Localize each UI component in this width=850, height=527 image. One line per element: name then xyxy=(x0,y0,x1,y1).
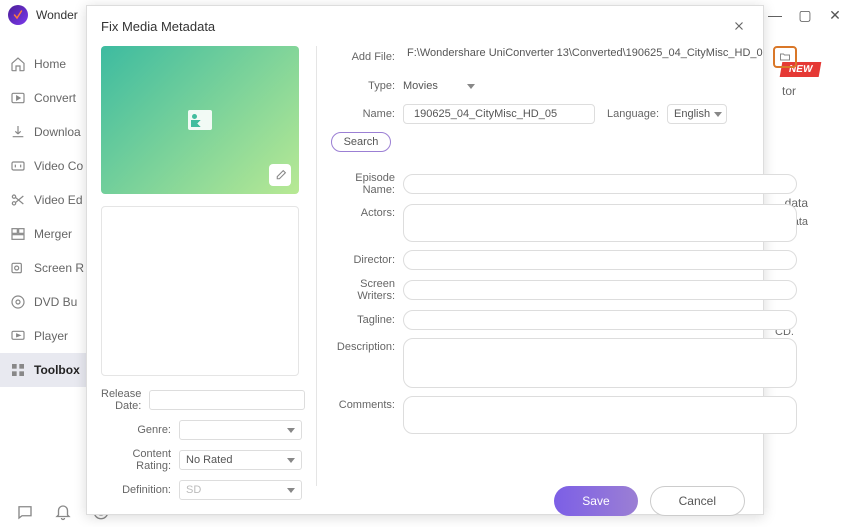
name-input[interactable] xyxy=(403,104,595,124)
sidebar-item-video-editor[interactable]: Video Ed xyxy=(0,183,90,217)
close-button[interactable]: ✕ xyxy=(820,0,850,30)
release-date-input[interactable] xyxy=(149,390,305,410)
fix-metadata-modal: Fix Media Metadata Release Date: xyxy=(86,5,764,515)
save-button[interactable]: Save xyxy=(554,486,637,516)
bell-icon[interactable] xyxy=(54,503,72,521)
main-window: Wonder — ▢ ✕ Home Convert Downloa Video … xyxy=(0,0,850,527)
compress-icon xyxy=(10,158,26,174)
sidebar-item-home[interactable]: Home xyxy=(0,47,90,81)
definition-select[interactable]: SD xyxy=(179,480,302,500)
sidebar-item-label: Toolbox xyxy=(34,363,80,377)
language-label: Language: xyxy=(607,108,659,120)
director-input[interactable] xyxy=(403,250,797,270)
sidebar-item-label: Convert xyxy=(34,91,76,105)
sidebar: Home Convert Downloa Video Co Video Ed M… xyxy=(0,35,90,505)
window-controls: — ▢ ✕ xyxy=(760,0,850,30)
sidebar-item-label: Screen R xyxy=(34,261,84,275)
add-file-path: F:\Wondershare UniConverter 13\Converted… xyxy=(403,47,767,67)
maximize-button[interactable]: ▢ xyxy=(790,0,820,30)
sidebar-item-label: Player xyxy=(34,329,68,343)
sidebar-item-convert[interactable]: Convert xyxy=(0,81,90,115)
type-select[interactable]: Movies xyxy=(403,76,475,96)
sidebar-item-label: Video Co xyxy=(34,159,83,173)
convert-icon xyxy=(10,90,26,106)
left-meta-fields: Release Date: Genre: Content Rating: No … xyxy=(101,388,302,500)
modal-header: Fix Media Metadata xyxy=(87,6,763,46)
home-icon xyxy=(10,56,26,72)
modal-title: Fix Media Metadata xyxy=(101,19,215,34)
actors-label: Actors: xyxy=(331,204,403,219)
sidebar-item-dvd-burner[interactable]: DVD Bu xyxy=(0,285,90,319)
add-file-label: Add File: xyxy=(331,51,403,63)
image-placeholder-icon xyxy=(188,110,212,130)
record-icon xyxy=(10,260,26,276)
modal-body: Release Date: Genre: Content Rating: No … xyxy=(87,46,763,486)
content-rating-label: Content Rating: xyxy=(101,448,179,472)
sidebar-item-merger[interactable]: Merger xyxy=(0,217,90,251)
right-panel: Add File: F:\Wondershare UniConverter 13… xyxy=(317,46,811,486)
download-icon xyxy=(10,124,26,140)
content-rating-select[interactable]: No Rated xyxy=(179,450,302,470)
genre-select[interactable] xyxy=(179,420,302,440)
director-label: Director: xyxy=(331,254,403,266)
sidebar-item-toolbox[interactable]: Toolbox xyxy=(0,353,90,387)
sidebar-item-screen-recorder[interactable]: Screen R xyxy=(0,251,90,285)
player-icon xyxy=(10,328,26,344)
edit-thumbnail-button[interactable] xyxy=(269,164,291,186)
comments-input[interactable] xyxy=(403,396,797,434)
browse-file-button[interactable] xyxy=(773,46,797,68)
close-icon[interactable] xyxy=(729,16,749,36)
merger-icon xyxy=(10,226,26,242)
sidebar-item-label: Home xyxy=(34,57,66,71)
minimize-button[interactable]: — xyxy=(760,0,790,30)
screen-writers-label: Screen Writers: xyxy=(331,278,403,302)
language-select[interactable]: English xyxy=(667,104,727,124)
sidebar-item-player[interactable]: Player xyxy=(0,319,90,353)
app-logo xyxy=(8,5,28,25)
episode-name-input[interactable] xyxy=(403,174,797,194)
message-icon[interactable] xyxy=(16,503,34,521)
app-title: Wonder xyxy=(36,8,78,22)
type-label: Type: xyxy=(331,80,403,92)
genre-label: Genre: xyxy=(101,424,179,436)
description-input[interactable] xyxy=(403,338,797,388)
sidebar-item-video-compress[interactable]: Video Co xyxy=(0,149,90,183)
tagline-label: Tagline: xyxy=(331,314,403,326)
actors-input[interactable] xyxy=(403,204,797,242)
media-thumbnail xyxy=(101,46,299,194)
sidebar-item-label: DVD Bu xyxy=(34,295,77,309)
name-label: Name: xyxy=(331,108,403,120)
sidebar-item-label: Merger xyxy=(34,227,72,241)
cancel-button[interactable]: Cancel xyxy=(650,486,745,516)
sidebar-item-download[interactable]: Downloa xyxy=(0,115,90,149)
tagline-input[interactable] xyxy=(403,310,797,330)
sidebar-item-label: Downloa xyxy=(34,125,81,139)
toolbox-icon xyxy=(10,362,26,378)
description-label: Description: xyxy=(331,338,403,353)
left-panel: Release Date: Genre: Content Rating: No … xyxy=(87,46,317,486)
release-date-label: Release Date: xyxy=(101,388,149,412)
definition-label: Definition: xyxy=(101,484,179,496)
comments-label: Comments: xyxy=(331,396,403,411)
sidebar-item-label: Video Ed xyxy=(34,193,83,207)
episode-name-label: Episode Name: xyxy=(331,172,403,196)
search-button[interactable]: Search xyxy=(331,132,391,152)
screen-writers-input[interactable] xyxy=(403,280,797,300)
disc-icon xyxy=(10,294,26,310)
results-list[interactable] xyxy=(101,206,299,376)
scissors-icon xyxy=(10,192,26,208)
